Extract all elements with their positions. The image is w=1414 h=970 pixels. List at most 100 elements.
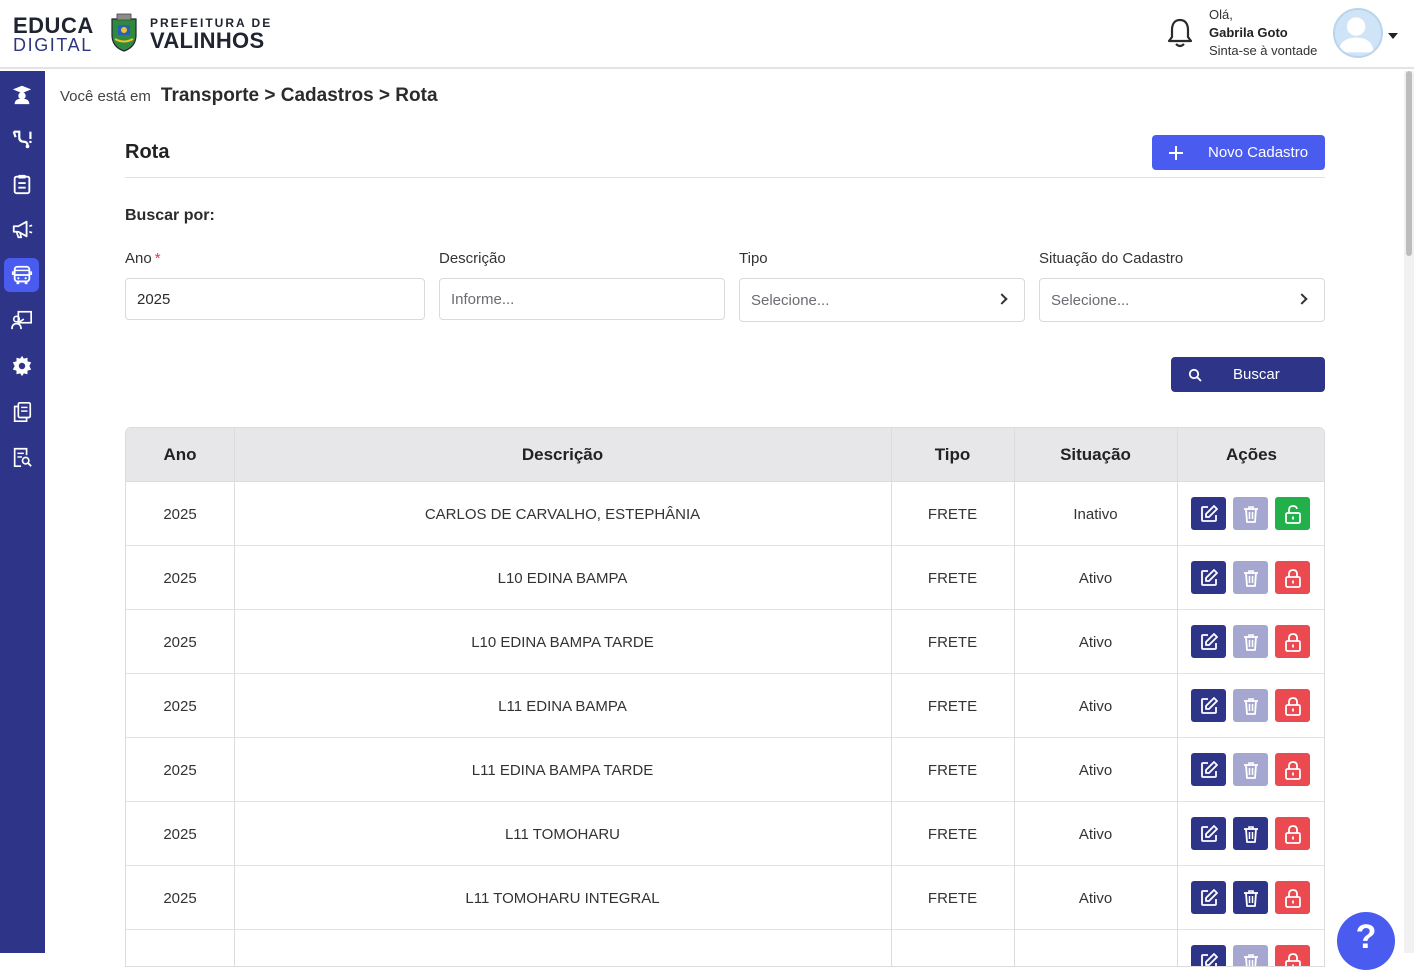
sidebar: [0, 71, 45, 953]
delete-button[interactable]: [1233, 497, 1268, 530]
table-row: 2025 L11 TOMOHARU INTEGRAL FRETE Ativo: [126, 866, 1324, 930]
top-header: EDUCA DIGITAL PREFEITURA DE VALINHOS Olá…: [0, 0, 1414, 69]
sidebar-item-announcements[interactable]: [4, 212, 39, 246]
new-record-label: Novo Cadastro: [1208, 144, 1309, 161]
cell-type: FRETE: [927, 697, 978, 715]
new-record-button[interactable]: Novo Cadastro: [1152, 135, 1325, 170]
delete-button[interactable]: [1233, 689, 1268, 722]
lock-button[interactable]: [1275, 753, 1310, 786]
status-select[interactable]: Selecione...: [1039, 278, 1325, 322]
lock-button[interactable]: [1275, 561, 1310, 594]
lock-icon: [1284, 760, 1301, 780]
cell-year: 2025: [163, 505, 197, 523]
edit-icon: [1200, 760, 1218, 778]
cell-description: CARLOS DE CARVALHO, ESTEPHÂNIA: [424, 505, 701, 523]
edit-icon: [1200, 888, 1218, 906]
cell-year: 2025: [163, 889, 197, 907]
cell-type: [891, 930, 1014, 966]
delete-button[interactable]: [1233, 561, 1268, 594]
notification-bell-icon[interactable]: [1165, 17, 1195, 49]
delete-icon: [1243, 697, 1258, 715]
table-row: 2025 L10 EDINA BAMPA TARDE FRETE Ativo: [126, 610, 1324, 674]
column-header-actions: Ações: [1225, 445, 1278, 464]
status-label: Situação do Cadastro: [1039, 250, 1184, 267]
delete-button[interactable]: [1233, 625, 1268, 658]
lock-button[interactable]: [1275, 945, 1310, 966]
breadcrumb-path: Transporte > Cadastros > Rota: [160, 85, 438, 106]
sidebar-item-clipboard[interactable]: [4, 167, 39, 201]
delete-button[interactable]: [1233, 945, 1268, 966]
required-mark: *: [154, 250, 161, 267]
user-menu-chevron-down-icon[interactable]: [1388, 33, 1398, 39]
megaphone-icon: [12, 220, 32, 239]
lock-icon: [1284, 696, 1301, 716]
page-scrollbar[interactable]: [1404, 71, 1414, 953]
edit-button[interactable]: [1191, 753, 1226, 786]
teacher-board-icon: [10, 310, 32, 330]
sidebar-item-health[interactable]: [4, 122, 39, 156]
lock-button[interactable]: [1275, 625, 1310, 658]
search-icon: [1188, 368, 1202, 382]
avatar[interactable]: [1333, 8, 1383, 58]
sidebar-item-settings[interactable]: [4, 349, 39, 383]
cell-year: 2025: [163, 761, 197, 779]
edit-button[interactable]: [1191, 625, 1226, 658]
delete-button[interactable]: [1233, 753, 1268, 786]
cell-status: Ativo: [1078, 889, 1113, 907]
edit-button[interactable]: [1191, 561, 1226, 594]
sidebar-item-teaching[interactable]: [4, 303, 39, 337]
type-select-value: Selecione...: [751, 291, 830, 309]
chevron-right-icon: [1296, 293, 1308, 305]
user-name: Gabrila Goto: [1209, 25, 1288, 40]
lock-button[interactable]: [1275, 881, 1310, 914]
stethoscope-icon: [12, 130, 32, 149]
type-select[interactable]: Selecione...: [739, 278, 1025, 322]
table-row: 2025 L11 EDINA BAMPA TARDE FRETE Ativo: [126, 738, 1324, 802]
routes-table: Ano Descrição Tipo Situação Ações 2025 CA…: [125, 427, 1325, 967]
cell-status: Ativo: [1078, 761, 1113, 779]
year-input-value: 2025: [137, 290, 171, 308]
cell-year: 2025: [163, 633, 197, 651]
delete-button[interactable]: [1233, 881, 1268, 914]
edit-icon: [1200, 824, 1218, 842]
scrollbar-thumb[interactable]: [1406, 71, 1412, 256]
delete-icon: [1243, 953, 1258, 966]
lock-button[interactable]: [1275, 689, 1310, 722]
year-input[interactable]: 2025: [125, 278, 425, 320]
edit-button[interactable]: [1191, 817, 1226, 850]
cell-status: Ativo: [1078, 825, 1113, 843]
edit-button[interactable]: [1191, 497, 1226, 530]
edit-icon: [1200, 696, 1218, 714]
column-header-year: Ano: [163, 445, 197, 464]
sidebar-item-documents[interactable]: [4, 395, 39, 429]
unlock-button[interactable]: [1275, 497, 1310, 530]
delete-icon: [1243, 633, 1258, 651]
unlock-icon: [1284, 504, 1301, 524]
edit-button[interactable]: [1191, 881, 1226, 914]
lock-button[interactable]: [1275, 817, 1310, 850]
edit-button[interactable]: [1191, 945, 1226, 966]
edit-icon: [1200, 632, 1218, 650]
help-button[interactable]: ?: [1337, 912, 1395, 970]
documents-icon: [13, 402, 31, 422]
delete-button[interactable]: [1233, 817, 1268, 850]
status-select-value: Selecione...: [1051, 291, 1130, 309]
sidebar-item-transport[interactable]: [4, 258, 39, 292]
lock-icon: [1284, 824, 1301, 844]
user-greeting: Olá, Gabrila Goto Sinta-se à vontade: [1209, 6, 1317, 60]
educa-digital-logo[interactable]: EDUCA DIGITAL: [13, 15, 94, 55]
search-button[interactable]: Buscar: [1171, 357, 1325, 392]
graduation-icon: [12, 85, 31, 105]
user-subtitle: Sinta-se à vontade: [1209, 43, 1318, 58]
greeting-text: Olá,: [1209, 7, 1233, 22]
sidebar-item-education[interactable]: [4, 77, 39, 111]
logo-line-2: DIGITAL: [13, 35, 93, 55]
table-row: 2025 L10 EDINA BAMPA FRETE Ativo: [126, 546, 1324, 610]
edit-button[interactable]: [1191, 689, 1226, 722]
help-label: ?: [1355, 918, 1377, 956]
sidebar-item-reports[interactable]: [4, 440, 39, 474]
bus-icon: [11, 265, 32, 285]
column-header-type: Tipo: [934, 445, 971, 464]
lock-icon: [1284, 632, 1301, 652]
description-input[interactable]: Informe...: [439, 278, 725, 320]
